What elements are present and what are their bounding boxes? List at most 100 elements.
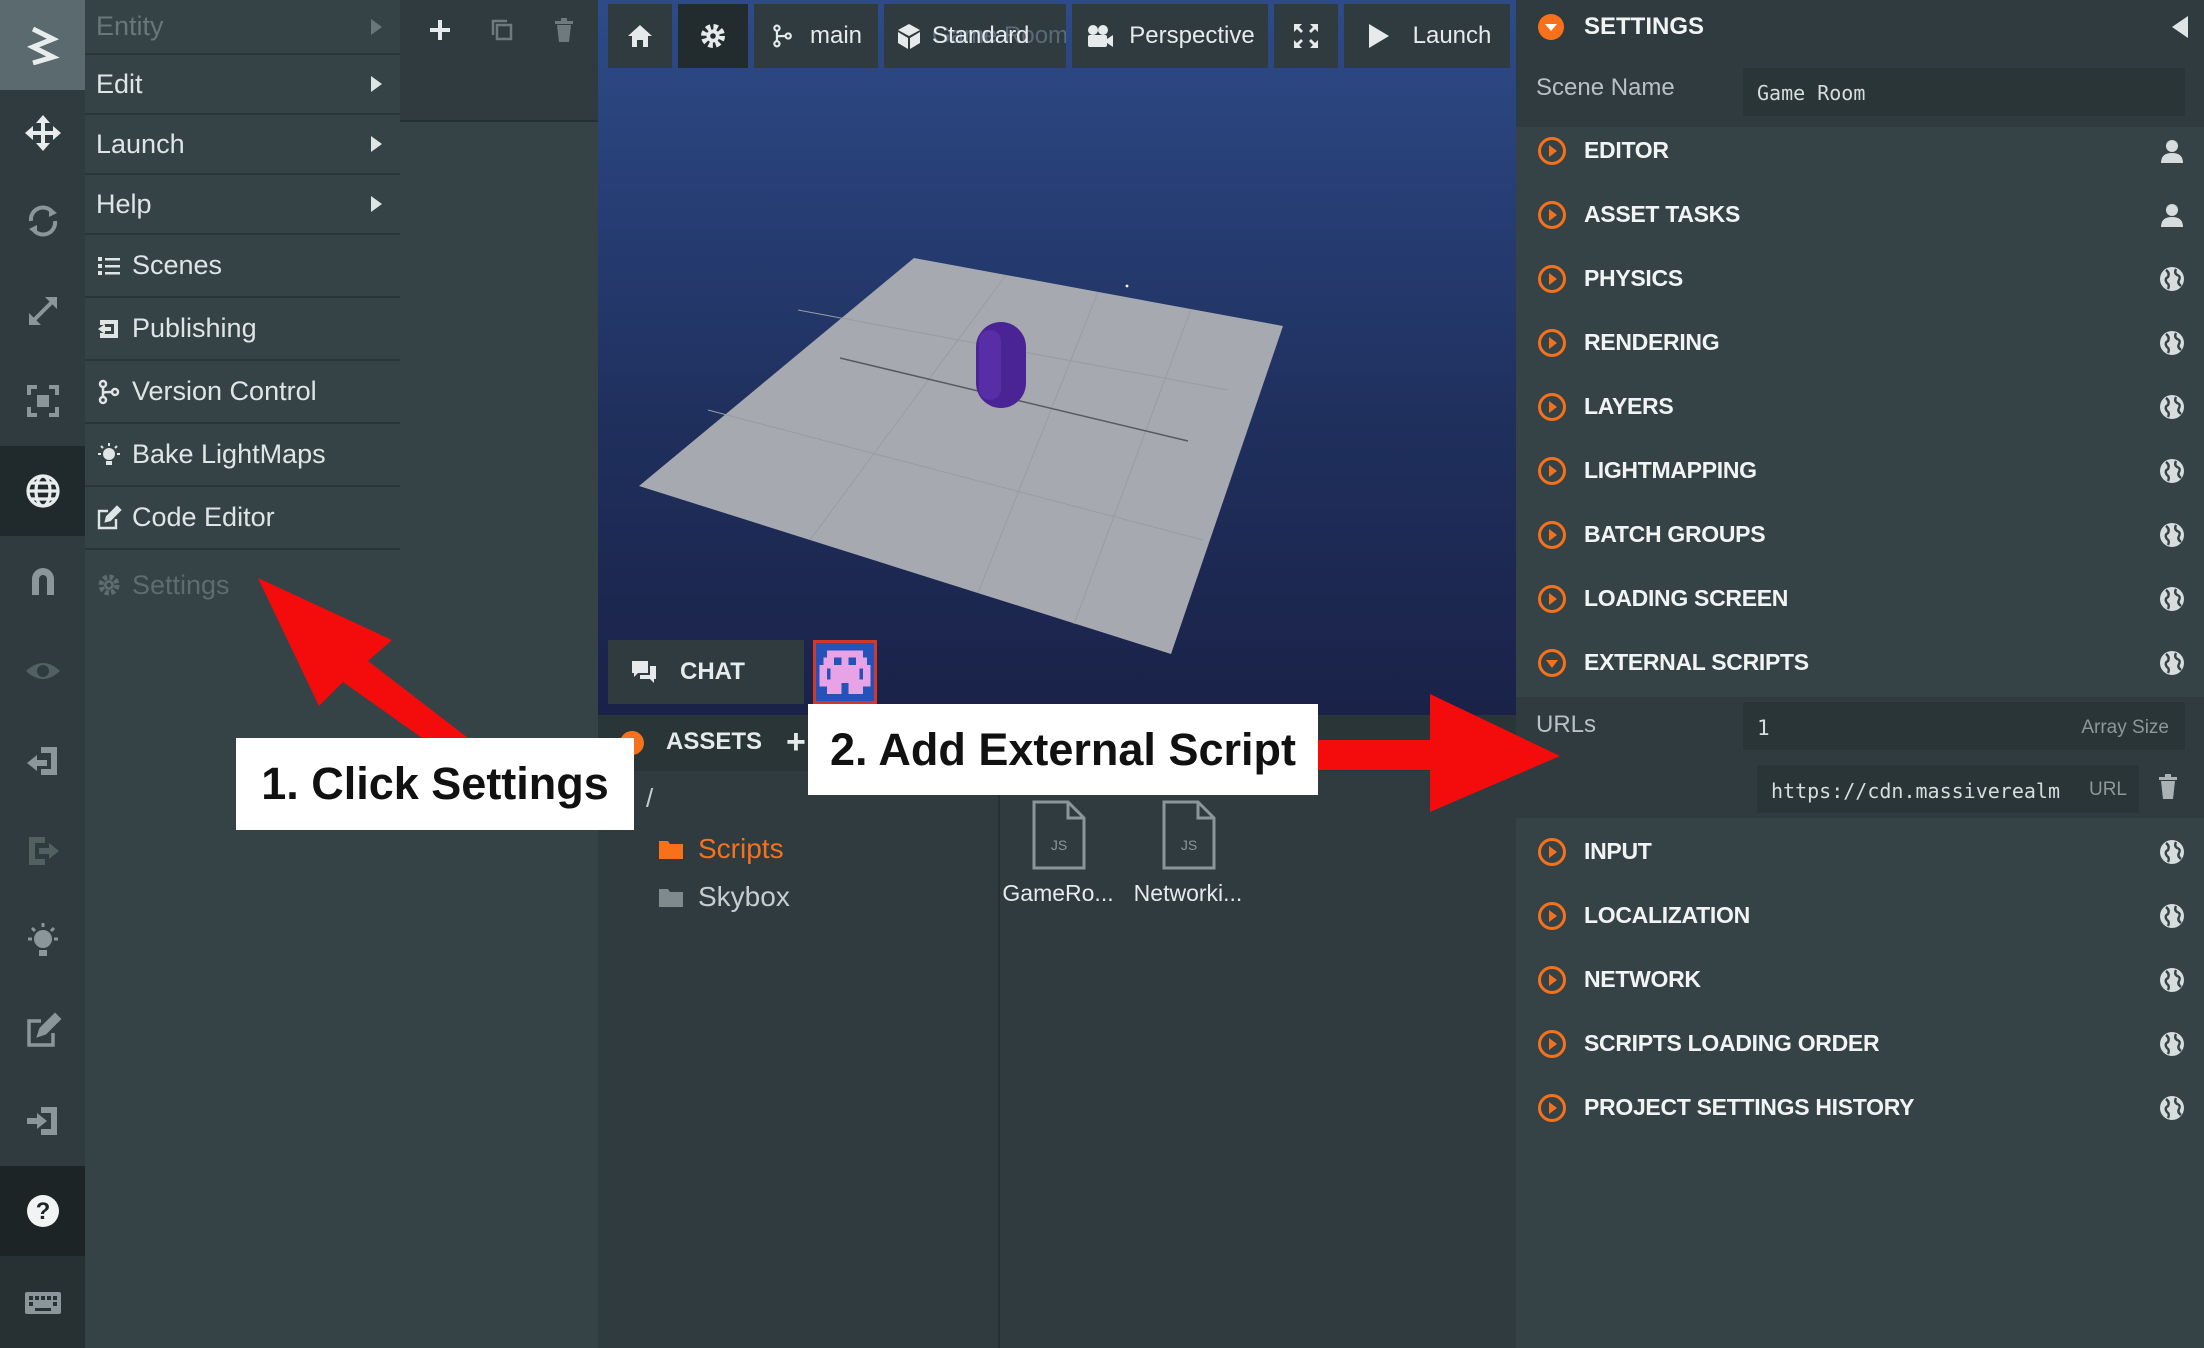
menu-item-code-editor[interactable]: Code Editor: [85, 487, 400, 550]
folder-skybox[interactable]: Skybox: [658, 881, 790, 913]
scene-select-button[interactable]: Game Room Standard: [884, 4, 1066, 68]
gear-icon: [96, 572, 132, 598]
add-entity-button[interactable]: [408, 6, 472, 54]
expand-toggle-icon[interactable]: [1538, 902, 1566, 930]
export-tool-icon[interactable]: [0, 806, 85, 896]
settings-gear-button[interactable]: [678, 4, 748, 68]
annotation-step-1: 1. Click Settings: [236, 738, 634, 830]
external-scripts-urls: URLs 1 Array Size https://cdn.massiverea…: [1516, 697, 2204, 818]
menu-item-scenes[interactable]: Scenes: [85, 235, 400, 298]
menu-item-launch[interactable]: Launch: [85, 115, 400, 175]
scale-tool-icon[interactable]: [0, 266, 85, 356]
expand-toggle-icon[interactable]: [1538, 457, 1566, 485]
url-label: URL: [2082, 779, 2127, 801]
branch-button[interactable]: main: [754, 4, 878, 68]
branch-icon: [96, 379, 132, 405]
hierarchy-toolbar: [400, 0, 598, 122]
expand-toggle-icon[interactable]: [1538, 1094, 1566, 1122]
move-tool-icon[interactable]: [0, 88, 85, 178]
expand-toggle-icon[interactable]: [1538, 265, 1566, 293]
folder-icon: [659, 841, 683, 859]
settings-section-input[interactable]: INPUT: [1516, 820, 2204, 884]
menu-item-label: Version Control: [132, 376, 317, 406]
expand-toggle-icon[interactable]: [1538, 201, 1566, 229]
settings-section-localization[interactable]: LOCALIZATION: [1516, 884, 2204, 948]
settings-section-rendering[interactable]: RENDERING: [1516, 311, 2204, 375]
menu-item-label: Settings: [132, 569, 230, 600]
settings-section-asset-tasks[interactable]: ASSET TASKS: [1516, 183, 2204, 247]
settings-section-loading-screen[interactable]: LOADING SCREEN: [1516, 567, 2204, 631]
expand-toggle-icon[interactable]: [1538, 585, 1566, 613]
menu-item-settings[interactable]: Settings: [85, 550, 400, 620]
collapse-panel-icon[interactable]: [2172, 16, 2188, 38]
user-avatar[interactable]: [813, 640, 877, 704]
asset-tree-root[interactable]: /: [646, 783, 653, 814]
settings-section-external-scripts[interactable]: EXTERNAL SCRIPTS: [1516, 631, 2204, 695]
import-tool-icon[interactable]: [0, 1076, 85, 1166]
snap-magnet-icon[interactable]: [0, 536, 85, 626]
menu-item-entity[interactable]: Entity: [85, 0, 400, 55]
menu-item-version-control[interactable]: Version Control: [85, 361, 400, 424]
trash-icon[interactable]: [2156, 773, 2180, 801]
chat-button[interactable]: CHAT: [608, 640, 804, 704]
scene-viewport[interactable]: main Game Room Standard Perspective Laun…: [598, 0, 1516, 715]
settings-section-lightmapping[interactable]: LIGHTMAPPING: [1516, 439, 2204, 503]
folder-scripts[interactable]: Scripts: [658, 833, 784, 865]
code-editor-icon[interactable]: [0, 986, 85, 1076]
expand-toggle-icon[interactable]: [1538, 393, 1566, 421]
array-size-input[interactable]: 1 Array Size: [1742, 701, 2186, 751]
expand-toggle-icon[interactable]: [1538, 966, 1566, 994]
settings-section-physics[interactable]: PHYSICS: [1516, 247, 2204, 311]
expand-toggle-icon[interactable]: [1538, 649, 1566, 677]
section-title: PHYSICS: [1584, 265, 1683, 291]
menu-item-label: Launch: [96, 128, 185, 159]
rotate-tool-icon[interactable]: [0, 176, 85, 266]
section-title: SCRIPTS LOADING ORDER: [1584, 1030, 1880, 1056]
settings-section-editor[interactable]: EDITOR: [1516, 119, 2204, 183]
keyboard-shortcuts-icon[interactable]: [0, 1256, 85, 1348]
settings-section-network[interactable]: NETWORK: [1516, 948, 2204, 1012]
submenu-arrow-icon: [371, 136, 382, 152]
menu-item-publishing[interactable]: Publishing: [85, 298, 400, 361]
settings-section-project-settings-history[interactable]: PROJECT SETTINGS HISTORY: [1516, 1076, 2204, 1140]
expand-toggle-icon[interactable]: [1538, 137, 1566, 165]
section-title: EXTERNAL SCRIPTS: [1584, 649, 1809, 675]
url-input[interactable]: https://cdn.massiverealm URL: [1756, 764, 2140, 814]
home-button[interactable]: [608, 4, 672, 68]
capsule-model: [976, 322, 1026, 408]
help-icon[interactable]: ?: [0, 1166, 85, 1256]
collapse-toggle-icon[interactable]: [1538, 14, 1564, 40]
chat-label: CHAT: [680, 658, 745, 685]
launch-button[interactable]: Launch: [1344, 4, 1510, 68]
menu-item-bake-lightmaps[interactable]: Bake LightMaps: [85, 424, 400, 487]
menu-item-label: Edit: [96, 68, 143, 99]
expand-toggle-icon[interactable]: [1538, 838, 1566, 866]
expand-toggle-icon[interactable]: [1538, 1030, 1566, 1058]
expand-toggle-icon[interactable]: [1538, 329, 1566, 357]
scene-name-input[interactable]: Game Room: [1742, 67, 2186, 117]
menu-item-help[interactable]: Help: [85, 175, 400, 235]
asset-file-networking[interactable]: JS Networki...: [1128, 800, 1248, 907]
resize-tool-icon[interactable]: [0, 356, 85, 446]
settings-section-scripts-loading-order[interactable]: SCRIPTS LOADING ORDER: [1516, 1012, 2204, 1076]
asset-file-gameroom[interactable]: JS GameRo...: [998, 800, 1118, 907]
add-asset-button[interactable]: +: [786, 723, 806, 762]
fullscreen-button[interactable]: [1274, 4, 1338, 68]
menu-item-label: Help: [96, 188, 152, 219]
camera-select-button[interactable]: Perspective: [1072, 4, 1268, 68]
playcanvas-logo-icon[interactable]: [0, 0, 85, 90]
settings-section-layers[interactable]: LAYERS: [1516, 375, 2204, 439]
duplicate-entity-button[interactable]: [470, 6, 534, 54]
world-space-toggle-icon[interactable]: [0, 446, 85, 536]
visibility-eye-icon[interactable]: [0, 626, 85, 716]
menu-item-edit[interactable]: Edit: [85, 55, 400, 115]
code-editor-icon: [96, 504, 132, 531]
expand-toggle-icon[interactable]: [1538, 521, 1566, 549]
chat-icon: [632, 661, 656, 683]
lightbulb-icon[interactable]: [0, 896, 85, 986]
settings-section-batch-groups[interactable]: BATCH GROUPS: [1516, 503, 2204, 567]
delete-entity-button[interactable]: [532, 6, 596, 54]
publish-tool-icon[interactable]: [0, 716, 85, 806]
section-title: EDITOR: [1584, 137, 1669, 163]
main-menu: Entity Edit Launch Help Scenes Publishin…: [85, 0, 400, 620]
